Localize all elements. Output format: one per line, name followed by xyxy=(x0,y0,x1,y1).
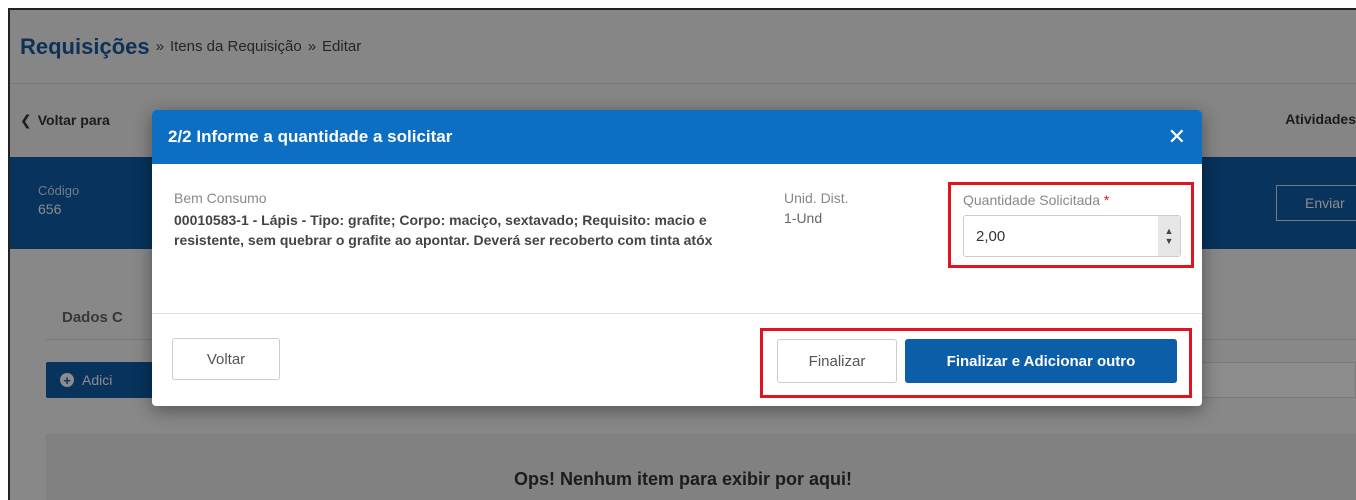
required-marker: * xyxy=(1103,192,1110,208)
finalize-and-add-button[interactable]: Finalizar e Adicionar outro xyxy=(905,339,1177,383)
quantity-value[interactable]: 2,00 xyxy=(976,228,1005,245)
unit-value: 1-Und xyxy=(784,210,823,226)
modal-body: Bem Consumo 00010583-1 - Lápis - Tipo: g… xyxy=(152,164,1202,314)
unit-label: Unid. Dist. xyxy=(784,190,849,206)
arrow-down-icon[interactable]: ▼ xyxy=(1165,236,1174,246)
quantity-input[interactable]: 2,00 ▲ ▼ xyxy=(963,215,1181,257)
app-frame: Requisições » Itens da Requisição » Edit… xyxy=(8,8,1356,500)
item-description: 00010583-1 - Lápis - Tipo: grafite; Corp… xyxy=(174,212,713,248)
back-button[interactable]: Voltar xyxy=(172,338,280,380)
item-type-label: Bem Consumo xyxy=(174,190,267,206)
quantity-label: Quantidade Solicitada * xyxy=(963,192,1109,208)
quantity-stepper[interactable]: ▲ ▼ xyxy=(1158,216,1180,256)
actions-highlight: Finalizar Finalizar e Adicionar outro xyxy=(760,328,1192,398)
quantity-label-text: Quantidade Solicitada xyxy=(963,192,1100,208)
modal-header: 2/2 Informe a quantidade a solicitar ✕ xyxy=(152,110,1202,164)
quantity-highlight: Quantidade Solicitada * 2,00 ▲ ▼ xyxy=(948,182,1194,268)
finalize-button[interactable]: Finalizar xyxy=(777,339,897,383)
quantity-modal: 2/2 Informe a quantidade a solicitar ✕ B… xyxy=(152,110,1202,406)
modal-title: 2/2 Informe a quantidade a solicitar xyxy=(168,127,453,146)
arrow-up-icon[interactable]: ▲ xyxy=(1165,226,1174,236)
close-icon[interactable]: ✕ xyxy=(1168,126,1186,148)
modal-footer: Voltar Finalizar Finalizar e Adicionar o… xyxy=(152,314,1202,406)
